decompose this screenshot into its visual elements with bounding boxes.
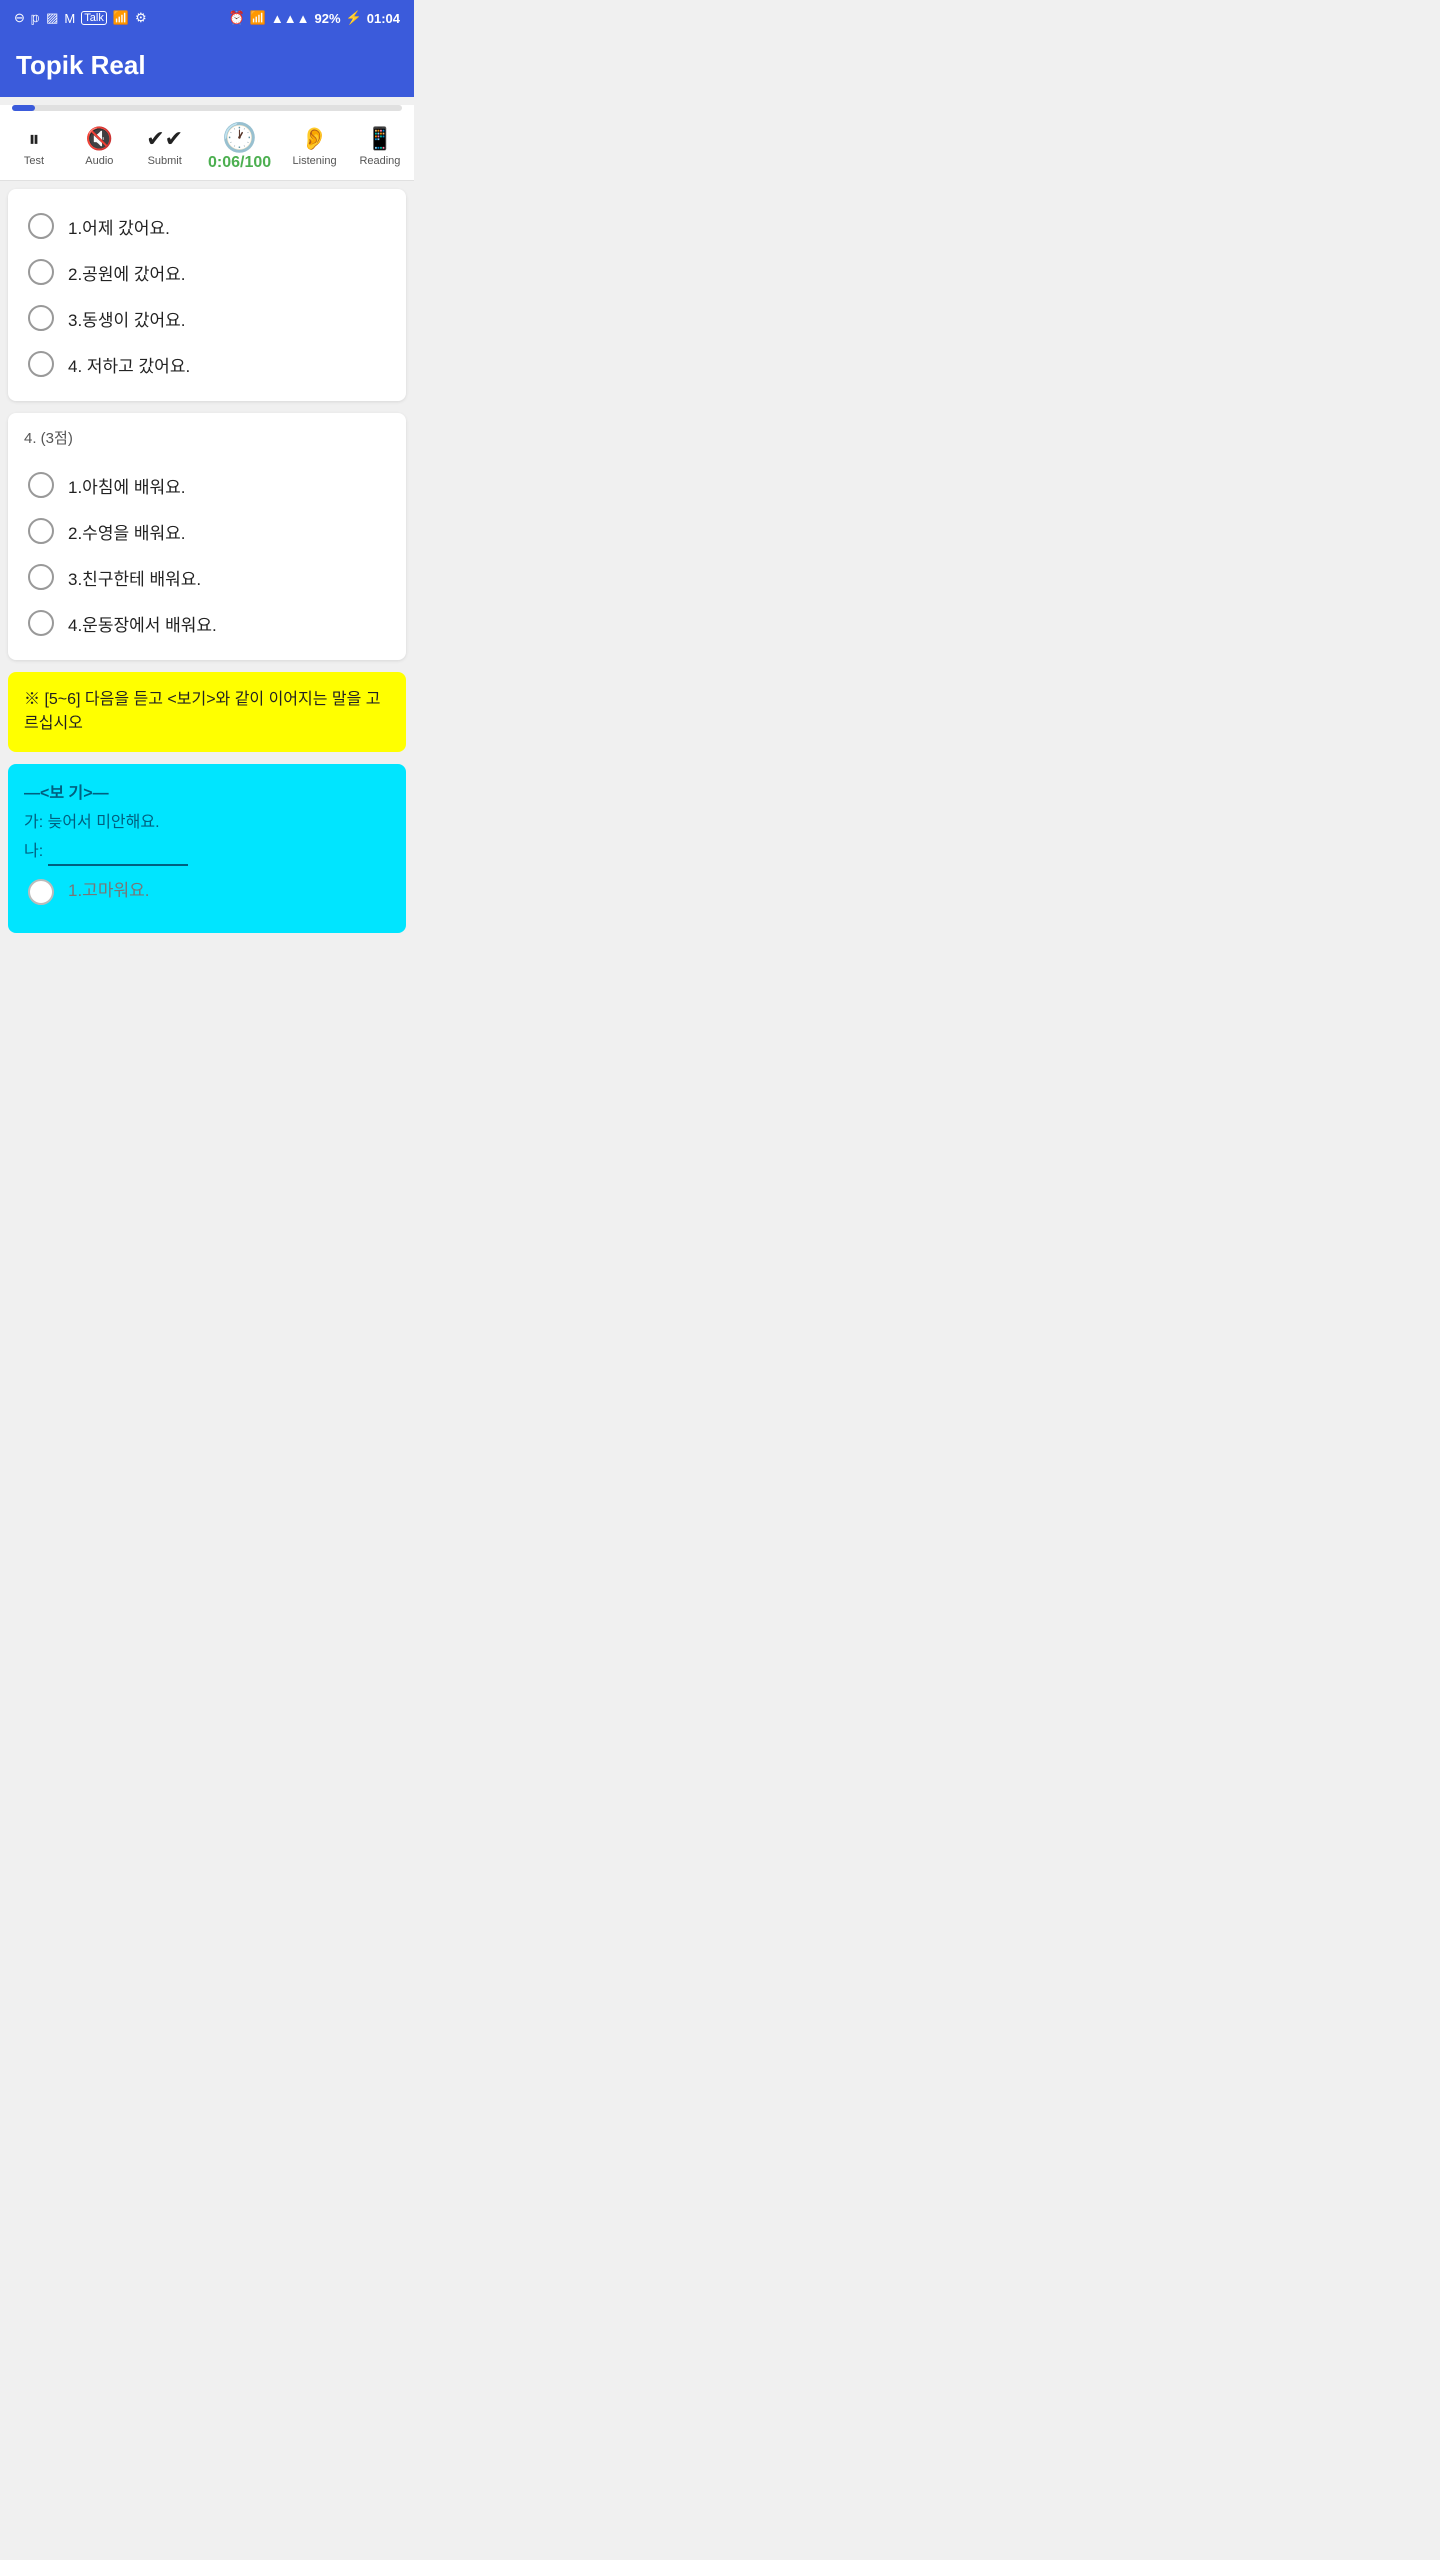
gallery-icon: ▨ — [46, 10, 58, 26]
radio-3-1[interactable] — [28, 213, 54, 239]
progress-bar-fill — [12, 105, 35, 111]
radio-3-4[interactable] — [28, 351, 54, 377]
battery-icon: ⚡ — [346, 10, 362, 26]
option-3-1[interactable]: 1.어제 갔어요. — [24, 203, 390, 249]
status-left-icons: ⊖ 𝕡 ▨ M Talk 📶 ⚙ — [14, 10, 147, 26]
submit-button[interactable]: ✔✔ Submit — [143, 126, 187, 167]
example-blank — [48, 864, 188, 866]
option-4-3[interactable]: 3.친구한테 배워요. — [24, 554, 390, 600]
radio-3-3[interactable] — [28, 305, 54, 331]
battery-text: 92% — [315, 11, 341, 26]
alarm-icon: ⏰ — [229, 10, 245, 26]
clock-icon: 🕐 — [222, 121, 257, 154]
option-4-1[interactable]: 1.아침에 배워요. — [24, 462, 390, 508]
signal-bars-icon: ▲▲▲ — [271, 11, 310, 26]
option-3-3-text: 3.동생이 갔어요. — [68, 306, 185, 331]
example-radio-1[interactable] — [28, 879, 54, 905]
option-4-4[interactable]: 4.운동장에서 배워요. — [24, 600, 390, 646]
content-area: 1.어제 갔어요. 2.공원에 갔어요. 3.동생이 갔어요. 4. 저하고 갔… — [0, 181, 414, 941]
submit-label: Submit — [148, 155, 182, 167]
radio-4-3[interactable] — [28, 564, 54, 590]
reading-button[interactable]: 📱 Reading — [358, 126, 402, 167]
option-4-3-text: 3.친구한테 배워요. — [68, 565, 201, 590]
radio-4-2[interactable] — [28, 518, 54, 544]
section-instruction-text: ※ [5~6] 다음을 듣고 <보기>와 같이 이어지는 말을 고르십시오 — [24, 691, 381, 732]
question-4-header: 4. (3점) — [24, 427, 390, 448]
example-line-a: 가: 늦어서 미안해요. — [24, 809, 390, 838]
progress-bar-wrap — [12, 105, 402, 111]
app-title: Topik Real — [16, 50, 398, 81]
radio-3-2[interactable] — [28, 259, 54, 285]
audio-label: Audio — [85, 155, 113, 167]
example-box: —<보 기>— 가: 늦어서 미안해요. 나: 1.고마워요. — [8, 764, 406, 933]
minus-circle-icon: ⊖ — [14, 10, 25, 26]
listening-button[interactable]: 👂 Listening — [293, 126, 337, 167]
toolbar: ⏸ Test 🔇 Audio ✔✔ Submit 🕐 0:06/100 👂 Li… — [8, 115, 406, 180]
test-label: Test — [24, 155, 44, 167]
timer-display: 🕐 0:06/100 — [208, 121, 271, 172]
ear-icon: 👂 — [301, 126, 328, 152]
option-3-2-text: 2.공원에 갔어요. — [68, 260, 185, 285]
example-option-1[interactable]: 1.고마워요. — [24, 866, 390, 917]
test-button[interactable]: ⏸ Test — [12, 126, 56, 167]
clock-time: 01:04 — [367, 11, 400, 26]
timer-text: 0:06/100 — [208, 154, 271, 172]
status-bar: ⊖ 𝕡 ▨ M Talk 📶 ⚙ ⏰ 📶 ▲▲▲ 92% ⚡ 01:04 — [0, 0, 414, 36]
pinterest-icon: 𝕡 — [31, 10, 40, 26]
question-4-card: 4. (3점) 1.아침에 배워요. 2.수영을 배워요. 3.친구한테 배워요… — [8, 413, 406, 660]
option-3-4[interactable]: 4. 저하고 갔어요. — [24, 341, 390, 387]
settings-icon: ⚙ — [135, 10, 147, 26]
app-bar: Topik Real — [0, 36, 414, 97]
status-right-info: ⏰ 📶 ▲▲▲ 92% ⚡ 01:04 — [229, 10, 400, 26]
audio-button[interactable]: 🔇 Audio — [77, 126, 121, 167]
example-option-1-text: 1.고마워요. — [68, 876, 149, 907]
option-4-4-text: 4.운동장에서 배워요. — [68, 611, 217, 636]
pause-icon: ⏸ — [28, 126, 39, 152]
wifi-signal-icon: 📶 — [250, 10, 266, 26]
example-line-a-text: 가: 늦어서 미안해요. — [24, 814, 160, 831]
question-3-card: 1.어제 갔어요. 2.공원에 갔어요. 3.동생이 갔어요. 4. 저하고 갔… — [8, 189, 406, 401]
option-3-1-text: 1.어제 갔어요. — [68, 214, 170, 239]
example-line-b: 나: — [24, 838, 390, 867]
option-4-1-text: 1.아침에 배워요. — [68, 473, 185, 498]
section-instruction: ※ [5~6] 다음을 듣고 <보기>와 같이 이어지는 말을 고르십시오 — [8, 672, 406, 752]
option-3-2[interactable]: 2.공원에 갔어요. — [24, 249, 390, 295]
listening-label: Listening — [293, 155, 337, 167]
option-3-3[interactable]: 3.동생이 갔어요. — [24, 295, 390, 341]
option-4-2[interactable]: 2.수영을 배워요. — [24, 508, 390, 554]
check-icon: ✔✔ — [146, 126, 183, 152]
radio-4-1[interactable] — [28, 472, 54, 498]
tablet-icon: 📱 — [366, 126, 393, 152]
reading-label: Reading — [359, 155, 400, 167]
example-title: —<보 기>— — [24, 780, 390, 809]
mute-icon: 🔇 — [86, 126, 113, 152]
gmail-icon: M — [64, 11, 75, 26]
toolbar-container: ⏸ Test 🔇 Audio ✔✔ Submit 🕐 0:06/100 👂 Li… — [0, 105, 414, 181]
option-4-2-text: 2.수영을 배워요. — [68, 519, 185, 544]
radio-4-4[interactable] — [28, 610, 54, 636]
option-3-4-text: 4. 저하고 갔어요. — [68, 352, 190, 377]
talk-icon: Talk — [81, 11, 107, 25]
example-b-label: 나: — [24, 843, 48, 860]
wifi-icon: 📶 — [113, 10, 129, 26]
